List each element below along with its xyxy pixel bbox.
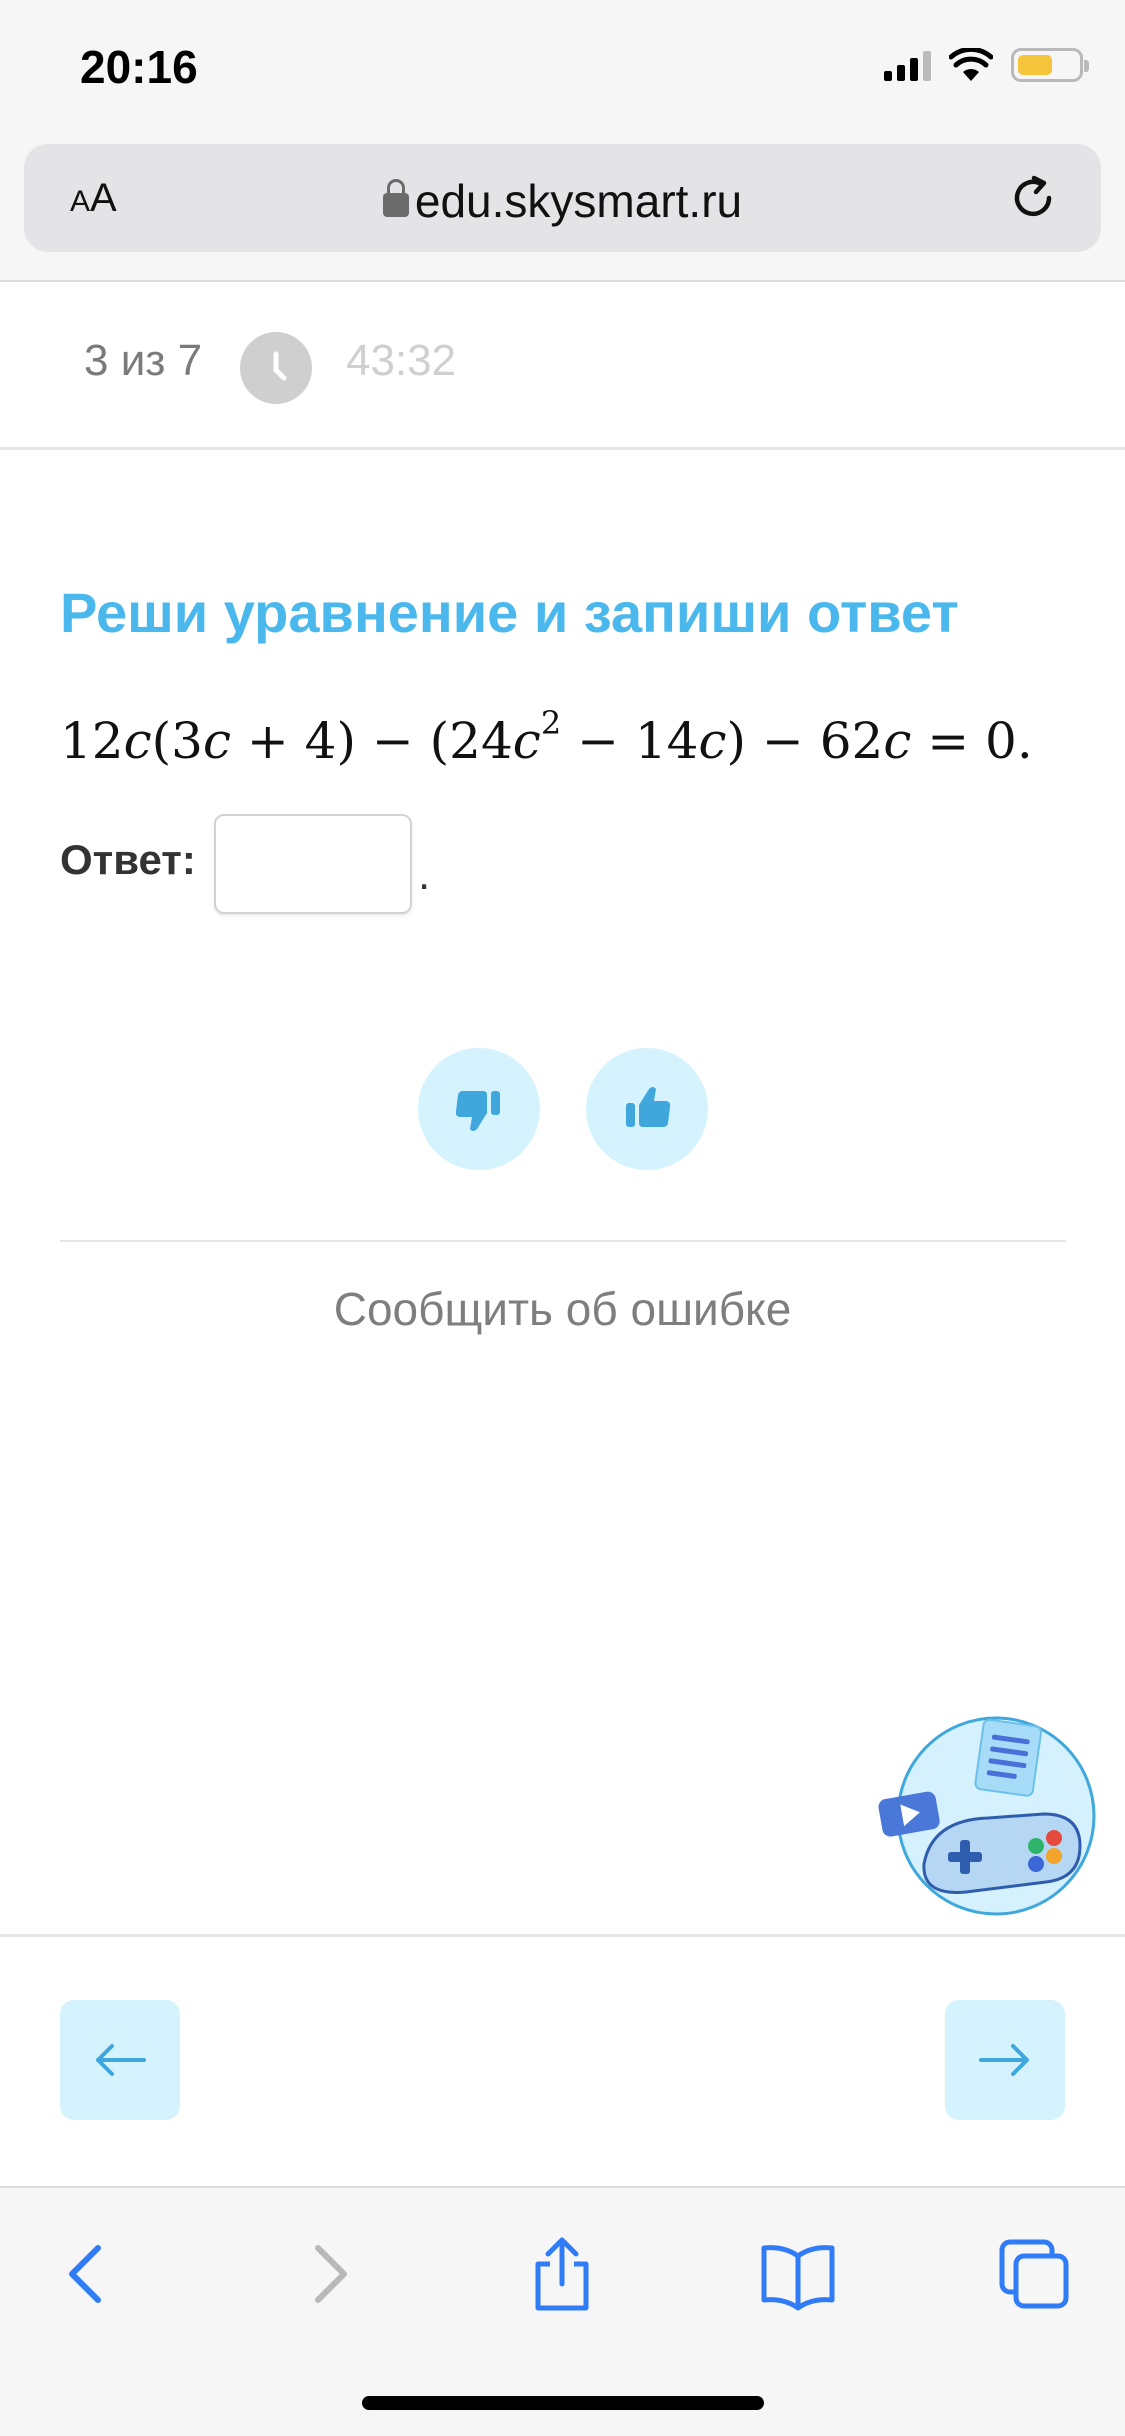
address-bar[interactable]: AA edu.skysmart.ru (24, 144, 1101, 252)
url-display[interactable]: edu.skysmart.ru (24, 174, 1101, 228)
task-header: 3 из 7 43:32 (0, 282, 1125, 450)
battery-icon (1011, 48, 1089, 82)
status-bar: 20:16 (0, 0, 1125, 140)
wifi-icon (949, 48, 993, 81)
arrow-right-icon (979, 2044, 1029, 2076)
status-icons (884, 48, 1089, 82)
task-timer: 43:32 (346, 336, 457, 385)
thumbs-up-icon (626, 1087, 671, 1127)
next-task-button[interactable] (945, 2000, 1065, 2120)
bookmarks-icon[interactable] (760, 2236, 836, 2312)
prev-task-button[interactable] (60, 2000, 180, 2120)
forward-icon[interactable] (292, 2236, 368, 2312)
games-promo-icon[interactable] (876, 1696, 1096, 1916)
answer-input[interactable] (214, 814, 412, 914)
like-button[interactable] (586, 1048, 708, 1170)
tabs-icon[interactable] (996, 2236, 1072, 2312)
clock-icon (240, 332, 312, 404)
footer-divider (0, 1934, 1125, 1937)
reload-icon[interactable] (1003, 168, 1063, 228)
task-title: Реши уравнение и запиши ответ (60, 581, 959, 644)
signal-icon (884, 49, 931, 81)
equation: 12c(3c + 4) − (24c2 − 14c) − 62c = 0. (60, 704, 1033, 770)
home-indicator (362, 2396, 764, 2410)
answer-suffix: . (418, 850, 431, 899)
thumbs-down-icon (455, 1091, 500, 1131)
dislike-button[interactable] (418, 1048, 540, 1170)
share-icon[interactable] (524, 2236, 600, 2312)
answer-label: Ответ: (60, 836, 196, 883)
back-icon[interactable] (48, 2236, 124, 2312)
url-text: edu.skysmart.ru (414, 175, 743, 227)
report-error-link[interactable]: Сообщить об ошибке (0, 1282, 1125, 1336)
lock-icon (382, 179, 409, 217)
browser-address-area: AA edu.skysmart.ru (0, 140, 1125, 282)
arrow-left-icon (96, 2044, 146, 2076)
status-time: 20:16 (80, 41, 198, 93)
divider (60, 1240, 1066, 1242)
task-counter: 3 из 7 (84, 336, 203, 385)
